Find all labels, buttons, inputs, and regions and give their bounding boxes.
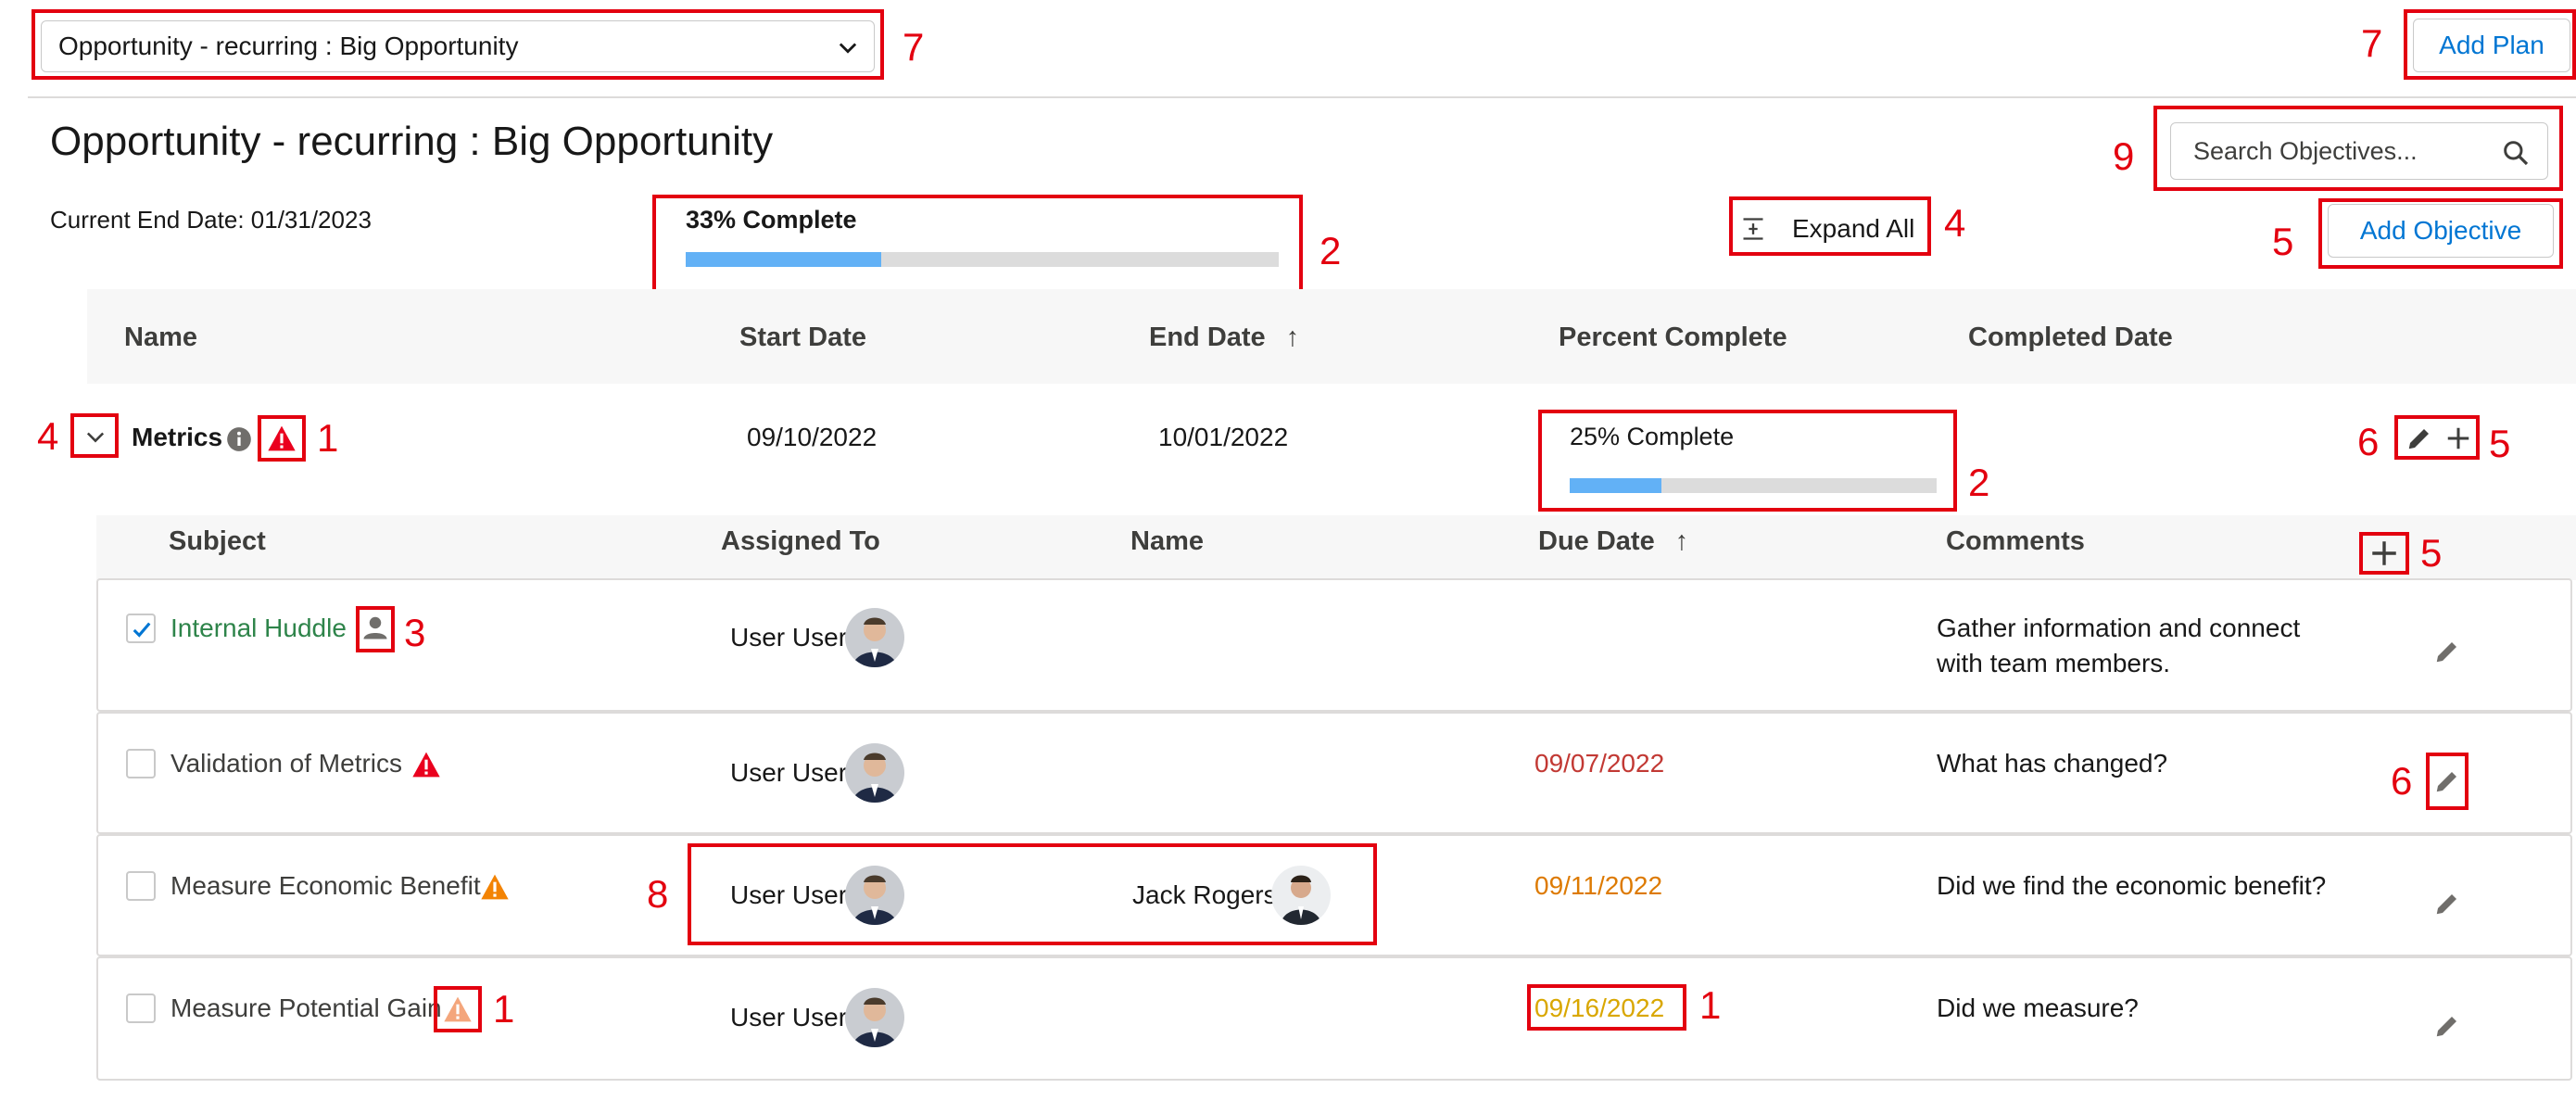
annotation-box-5c — [2359, 532, 2409, 575]
column-header-completed-date[interactable]: Completed Date — [1968, 323, 2173, 353]
action-due-date: 09/07/2022 — [1534, 749, 1665, 778]
annotation-label-1a: 1 — [317, 416, 339, 460]
annotation-label-4b: 4 — [37, 414, 59, 458]
avatar — [845, 743, 904, 803]
annotation-box-1c — [1527, 984, 1686, 1031]
column-header-percent-complete[interactable]: Percent Complete — [1559, 323, 1787, 353]
complete-checkbox[interactable] — [126, 749, 156, 778]
annotation-box-9 — [2153, 106, 2563, 191]
edit-action-icon[interactable] — [2433, 638, 2461, 665]
action-subject-link[interactable]: Measure Economic Benefit — [170, 871, 481, 901]
annotation-box-6-5 — [2394, 415, 2480, 460]
action-comments-line1: Gather information and connect — [1937, 614, 2301, 642]
annotation-label-6a: 6 — [2357, 420, 2380, 463]
column-header-end-date[interactable]: End Date ↑ — [1149, 323, 1299, 353]
complete-checkbox[interactable] — [126, 871, 156, 901]
sort-arrow-up-icon: ↑ — [1285, 323, 1300, 352]
annotation-label-2b: 2 — [1968, 461, 1990, 504]
annotation-label-7b: 7 — [2361, 21, 2383, 65]
annotation-box-6b — [2426, 753, 2469, 810]
objective-table-header — [87, 289, 2576, 384]
column-header-subject[interactable]: Subject — [169, 526, 266, 557]
annotation-label-6b: 6 — [2391, 759, 2413, 803]
annotation-label-9: 9 — [2113, 134, 2135, 178]
assigned-to-name: User User — [730, 623, 848, 652]
annotation-label-4a: 4 — [1944, 201, 1966, 245]
action-table-header — [96, 515, 2576, 580]
annotation-label-1c: 1 — [1699, 983, 1722, 1027]
objective-end-date: 10/01/2022 — [1158, 423, 1289, 451]
annotation-label-3: 3 — [404, 611, 426, 654]
assigned-to-name: User User — [730, 758, 848, 787]
action-comments-line1: Did we measure? — [1937, 993, 2139, 1022]
action-comments-line1: What has changed? — [1937, 749, 2168, 778]
warning-icon — [412, 752, 440, 778]
sort-arrow-up-icon: ↑ — [1674, 526, 1689, 556]
annotation-label-1b: 1 — [493, 987, 515, 1031]
annotation-box-1a — [258, 415, 306, 462]
column-header-start-date[interactable]: Start Date — [739, 323, 866, 353]
end-date-header-label: End Date — [1149, 323, 1266, 352]
info-icon[interactable] — [226, 426, 252, 452]
avatar — [845, 608, 904, 667]
action-subject-link[interactable]: Validation of Metrics — [170, 749, 402, 778]
action-due-date: 09/11/2022 — [1534, 871, 1663, 900]
annotation-box-4b — [70, 413, 119, 458]
column-header-due-date[interactable]: Due Date ↑ — [1538, 526, 1688, 557]
edit-action-icon[interactable] — [2433, 1012, 2461, 1040]
annotation-box-4a — [1729, 196, 1931, 256]
column-header-comments[interactable]: Comments — [1946, 526, 2085, 557]
column-header-name[interactable]: Name — [124, 323, 197, 353]
warning-icon — [481, 874, 509, 900]
objective-start-date: 09/10/2022 — [747, 423, 878, 451]
checkmark-icon — [133, 622, 151, 638]
annotation-label-2a: 2 — [1320, 229, 1342, 272]
annotation-box-2a — [652, 195, 1303, 293]
annotation-label-5c: 5 — [2420, 531, 2443, 575]
current-end-date: Current End Date: 01/31/2023 — [50, 206, 372, 234]
top-divider — [28, 96, 2576, 98]
column-header-action-name[interactable]: Name — [1130, 526, 1204, 557]
annotation-box-5a — [2318, 198, 2563, 269]
action-subject-link[interactable]: Internal Huddle — [170, 614, 347, 643]
annotation-box-3 — [356, 606, 395, 652]
edit-action-icon[interactable] — [2433, 890, 2461, 918]
action-comments-line1: Did we find the economic benefit? — [1937, 871, 2327, 900]
annotation-label-5a: 5 — [2272, 220, 2294, 263]
objective-name[interactable]: Metrics — [132, 423, 222, 452]
page-title: Opportunity - recurring : Big Opportunit… — [50, 119, 774, 164]
annotation-box-7a — [32, 9, 884, 80]
complete-checkbox[interactable] — [126, 993, 156, 1023]
annotation-box-7b — [2404, 9, 2576, 80]
assigned-to-name: User User — [730, 1003, 848, 1031]
annotation-label-8: 8 — [647, 872, 669, 916]
action-subject-link[interactable]: Measure Potential Gain — [170, 993, 442, 1023]
column-header-assigned-to[interactable]: Assigned To — [721, 526, 880, 557]
action-comments-line2: with team members. — [1937, 649, 2171, 677]
table-row — [96, 712, 2572, 834]
annotation-box-1b — [434, 986, 482, 1032]
annotation-box-8 — [688, 843, 1377, 945]
complete-checkbox[interactable] — [126, 614, 156, 643]
annotation-box-2b — [1538, 410, 1957, 512]
annotation-label-5b: 5 — [2489, 422, 2511, 465]
due-date-header-label: Due Date — [1538, 526, 1655, 556]
avatar — [845, 988, 904, 1047]
annotation-label-7a: 7 — [903, 25, 925, 69]
table-row — [96, 578, 2572, 712]
